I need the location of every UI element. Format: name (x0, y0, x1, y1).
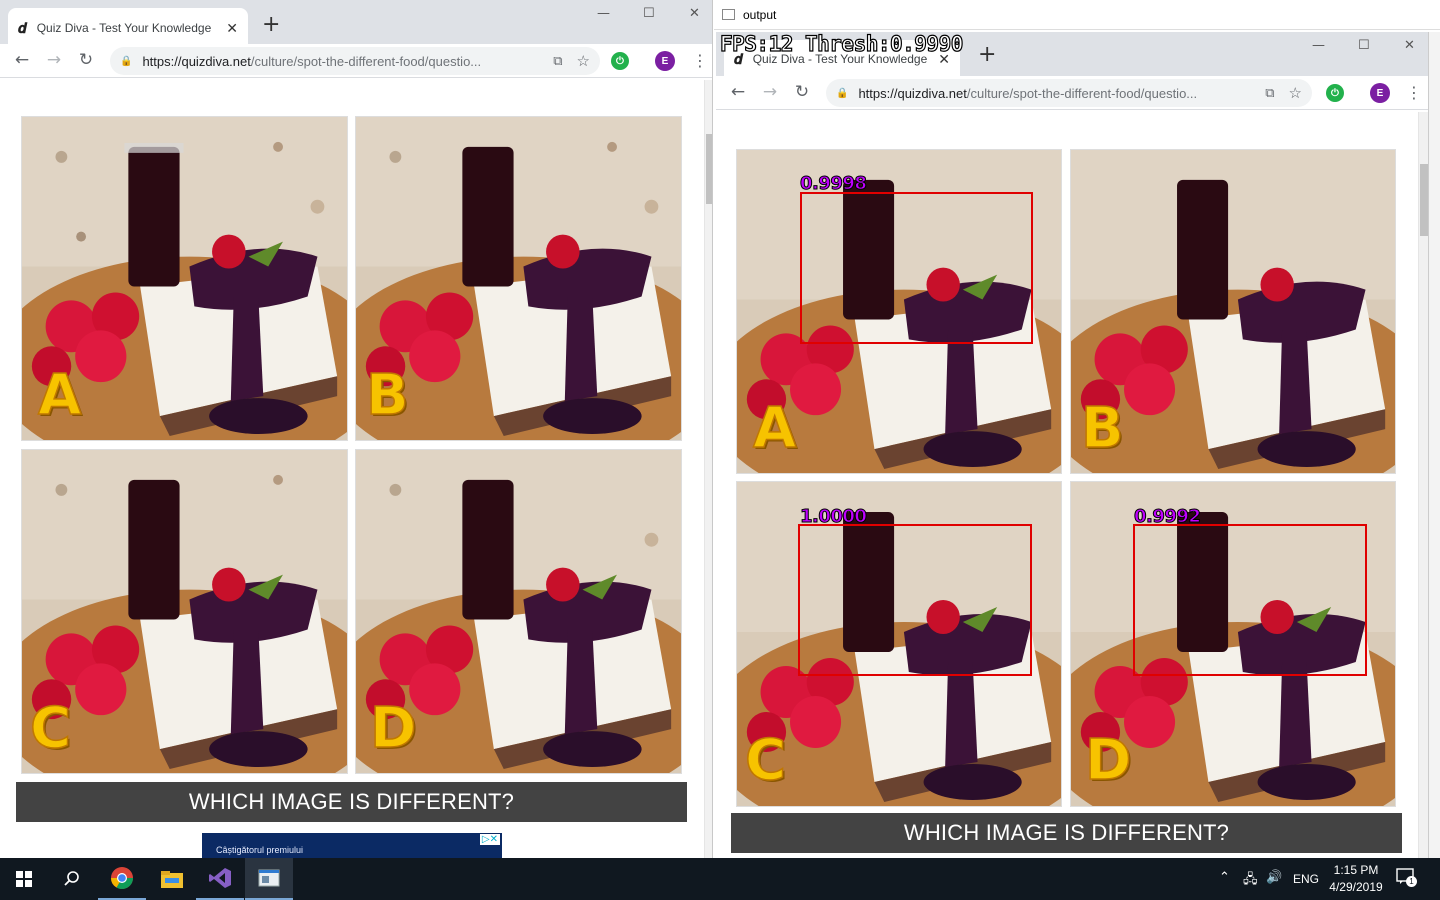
profile-avatar[interactable]: E (655, 51, 675, 71)
url-path: /culture/spot-the-different-food/questio… (250, 53, 482, 69)
profile-avatar: E (1370, 83, 1390, 103)
option-letter: D (1084, 727, 1132, 794)
notification-count-badge: 1 (1406, 876, 1417, 887)
tab-title: Quiz Diva - Test Your Knowledge (36, 21, 212, 35)
bookmark-star-icon[interactable]: ☆ (577, 52, 590, 70)
clock-time: 1:15 PM (1333, 863, 1379, 877)
output-title: output (743, 7, 777, 22)
file-explorer-icon (161, 871, 183, 888)
advertisement[interactable]: Câștigătorul premiului ▷✕ (202, 833, 502, 858)
quiz-image-b[interactable]: B (355, 116, 682, 441)
chrome-icon (111, 867, 133, 889)
page-content: A B C D WHICH IMAGE IS DIFFERENT? Câștig… (0, 80, 704, 858)
reload-icon[interactable]: ↻ (74, 50, 98, 70)
scrollbar-thumb[interactable] (706, 134, 712, 204)
captured-address-bar: 🔒 https://quizdiva.net/culture/spot-the-… (826, 79, 1312, 107)
lock-icon: 🔒 (836, 87, 849, 99)
extension-icon: ⏻ (1326, 84, 1344, 102)
detection-box-a (800, 192, 1033, 344)
output-title-bar: output (714, 0, 1440, 30)
option-letter: A (752, 395, 797, 462)
forward-arrow-icon: → (762, 82, 778, 102)
new-tab-button[interactable]: + (262, 12, 280, 37)
option-letter: A (37, 362, 82, 429)
detection-box-c (798, 524, 1032, 676)
taskbar-chrome[interactable] (98, 858, 146, 900)
option-letter: C (744, 727, 787, 794)
clock-date: 4/29/2019 (1329, 880, 1383, 894)
language-indicator[interactable]: ENG (1293, 872, 1319, 886)
ad-choices-icon[interactable]: ▷✕ (479, 834, 500, 845)
menu-dots-icon[interactable]: ⋮ (692, 51, 708, 70)
page-scrollbar[interactable] (704, 80, 712, 858)
tab-strip: 𝒅 Quiz Diva - Test Your Knowledge ✕ + — … (0, 0, 712, 48)
fps-threshold-overlay: FPS:12 Thresh:0.9990 (719, 32, 964, 57)
url-path: /culture/spot-the-different-food/questio… (966, 85, 1198, 101)
windows-start-icon (16, 871, 32, 887)
detection-score-a: 0.9998 (799, 173, 867, 195)
close-window-icon[interactable]: ✕ (689, 6, 700, 21)
search-button[interactable] (48, 858, 96, 900)
taskbar-output-app[interactable] (245, 858, 293, 900)
captured-frame: 𝒅 Quiz Diva - Test Your Knowledge ✕ + — … (716, 32, 1440, 858)
url-domain: https://quizdiva.net (858, 85, 967, 101)
chevron-up-icon[interactable]: ⌃ (1219, 870, 1230, 885)
option-letter: C (29, 695, 72, 762)
bookmark-star-icon: ☆ (1288, 85, 1302, 102)
forward-arrow-icon[interactable]: → (42, 50, 66, 70)
detection-score-d: 0.9992 (1133, 506, 1201, 528)
option-letter: B (1080, 395, 1124, 462)
close-tab-icon[interactable]: ✕ (226, 20, 238, 37)
quiz-image-d[interactable]: D (355, 449, 682, 774)
detection-score-c: 1.0000 (799, 506, 867, 528)
volume-icon[interactable]: 🔊 (1266, 870, 1282, 885)
search-icon (64, 871, 79, 886)
minimize-icon[interactable]: — (597, 6, 610, 21)
maximize-icon[interactable]: ☐ (643, 6, 655, 21)
option-letter: B (365, 362, 409, 429)
windows-taskbar: ⌃ 🖧 🔊 ENG 1:15 PM 4/29/2019 1 (0, 858, 1440, 900)
new-tab-button: + (978, 42, 997, 67)
address-bar[interactable]: 🔒 https://quizdiva.net/culture/spot-the-… (110, 47, 600, 75)
captured-scrollbar (1418, 112, 1428, 858)
translate-icon: ⧉ (1265, 85, 1275, 100)
maximize-icon: ☐ (1358, 38, 1370, 53)
quizdiva-favicon-icon: 𝒅 (18, 19, 27, 36)
captured-image-b: B (1070, 149, 1396, 474)
quiz-image-c[interactable]: C (21, 449, 348, 774)
clock[interactable]: 1:15 PM 4/29/2019 (1328, 863, 1384, 894)
ad-text: Câștigătorul premiului (216, 845, 304, 855)
network-icon[interactable]: 🖧 (1243, 870, 1258, 892)
output-window: output 𝒅 Quiz Diva - Test Your Knowledge… (714, 0, 1440, 858)
quiz-image-a[interactable]: A (21, 116, 348, 441)
close-window-icon: ✕ (1404, 38, 1415, 53)
left-browser-window: 𝒅 Quiz Diva - Test Your Knowledge ✕ + — … (0, 0, 713, 858)
minimize-icon: — (1312, 38, 1325, 53)
lock-icon: 🔒 (120, 55, 133, 67)
translate-icon[interactable]: ⧉ (553, 53, 562, 69)
reload-icon: ↻ (794, 82, 810, 102)
background-window-edge (1428, 32, 1440, 858)
app-window-icon (722, 9, 735, 20)
extension-icon[interactable]: ⏻ (611, 52, 629, 70)
action-center-button[interactable]: 1 (1396, 868, 1418, 890)
back-arrow-icon[interactable]: ← (10, 50, 34, 70)
browser-tab[interactable]: 𝒅 Quiz Diva - Test Your Knowledge ✕ (8, 8, 248, 48)
browser-toolbar: ← → ↻ 🔒 https://quizdiva.net/culture/spo… (0, 44, 712, 78)
taskbar-visual-studio[interactable] (196, 858, 244, 900)
windows-start-button[interactable] (0, 858, 48, 900)
back-arrow-icon: ← (730, 82, 746, 102)
visual-studio-icon (209, 868, 231, 888)
option-letter: D (369, 695, 417, 762)
menu-dots-icon: ⋮ (1406, 83, 1422, 102)
captured-question-banner: WHICH IMAGE IS DIFFERENT? (731, 813, 1402, 853)
taskbar-file-explorer[interactable] (148, 858, 196, 900)
output-app-icon (258, 869, 280, 887)
scrollbar-thumb (1420, 164, 1428, 236)
url-domain: https://quizdiva.net (142, 53, 251, 69)
question-banner: WHICH IMAGE IS DIFFERENT? (16, 782, 687, 822)
detection-box-d (1133, 524, 1367, 676)
captured-toolbar: ← → ↻ 🔒 https://quizdiva.net/culture/spo… (716, 76, 1440, 110)
